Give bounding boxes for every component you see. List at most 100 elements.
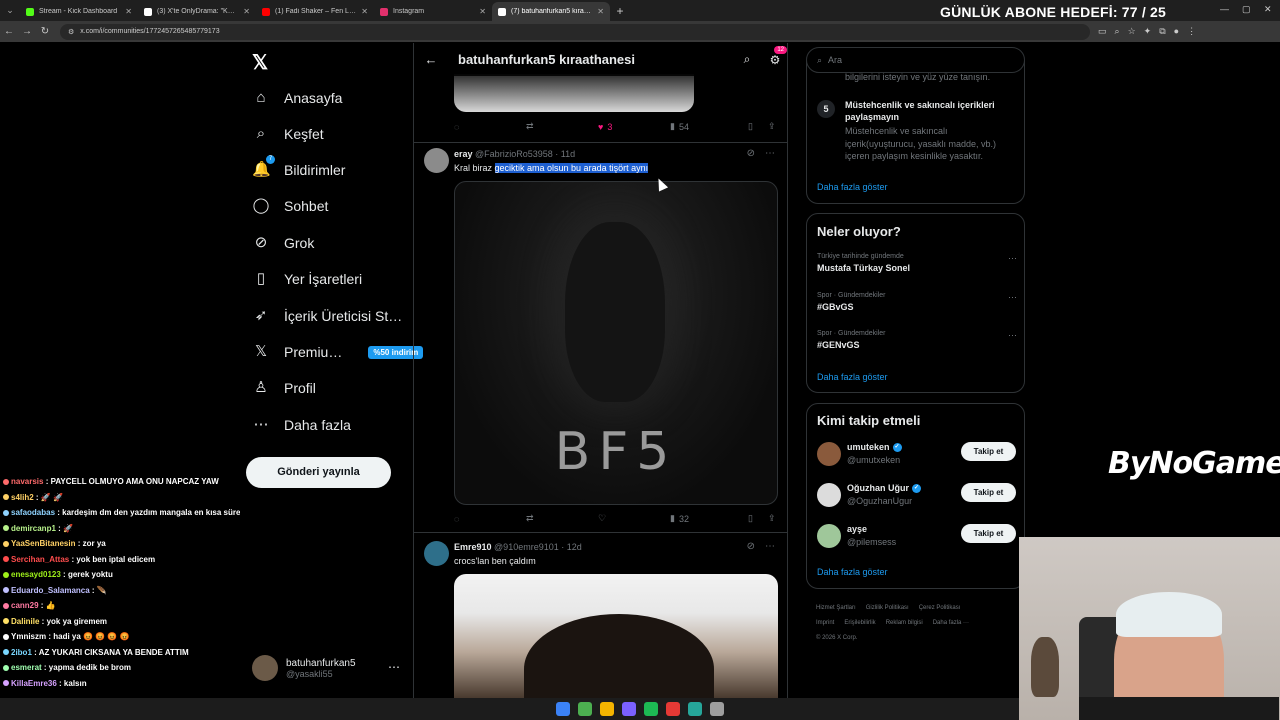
site-info-icon[interactable]: ⚙ — [68, 28, 74, 36]
post-meta: Emre910 @910emre9101 · 12d — [454, 542, 582, 552]
repost-icon[interactable]: ⇄ — [526, 121, 598, 132]
post-image[interactable] — [454, 574, 778, 698]
more-dots-icon[interactable]: ⋯ — [765, 148, 775, 159]
reply-icon[interactable]: ◌ — [454, 122, 526, 132]
avatar[interactable] — [424, 148, 449, 173]
settings-gear-icon[interactable]: ⚙ 12 — [761, 45, 787, 67]
community-rules-card: bilgilerini isteyin ve yüz yüze tanışın.… — [806, 60, 1025, 204]
windows-start-icon[interactable] — [556, 702, 570, 716]
nav-item[interactable]: ➶ İçerik Üreticisi St… — [252, 307, 403, 325]
close-icon[interactable]: ✕ — [243, 7, 250, 16]
who-to-follow-card: Kimi takip etmeli umuteken ✓ @umutxeken T… — [806, 403, 1025, 589]
browser-tab[interactable]: (3) X'te OnlyDrama: "Konsol O…✕ — [138, 2, 256, 21]
menu-icon[interactable]: ⋮ — [1187, 26, 1196, 37]
browser-tab[interactable]: (1) Fadi Shaker – Fen Layalik | …✕ — [256, 2, 374, 21]
chrome-icon[interactable] — [578, 702, 592, 716]
nav-item[interactable]: 𝕏 Premiu… %50 indirim — [252, 343, 424, 361]
maximize-icon[interactable]: ▢ — [1242, 4, 1251, 15]
account-switcher[interactable]: batuhanfurkan5 @yasakli55 ⋯ — [252, 655, 400, 681]
trend-item[interactable]: Türkiye tarihinde gündemde Mustafa Türkay… — [817, 253, 1017, 273]
trend-item[interactable]: Spor · Gündemdekiler #GENvGS ⋯ — [817, 330, 1017, 350]
follow-suggestion[interactable]: umuteken ✓ @umutxeken Takip et — [817, 440, 1017, 470]
forward-arrow-icon[interactable]: → — [18, 26, 36, 37]
follow-suggestion[interactable]: ayşe @pilemsess Takip et — [817, 522, 1017, 552]
show-more-link[interactable]: Daha fazla göster — [817, 567, 888, 577]
chat-username: enesayd0123 — [11, 570, 61, 579]
extension-icon[interactable]: ✦ — [1144, 26, 1152, 37]
follow-button[interactable]: Takip et — [961, 483, 1016, 502]
post-button[interactable]: Gönderi yayınla — [246, 457, 391, 488]
views-button[interactable]: ▮ 32 — [670, 513, 748, 524]
like-button[interactable]: ♥ 3 — [598, 122, 670, 132]
youtube-icon — [262, 7, 270, 16]
nav-item-label: Grok — [284, 235, 315, 251]
nav-item[interactable]: ⌂ Anasayfa — [252, 89, 342, 107]
chat-text: : zor ya — [75, 539, 106, 548]
more-dots-icon[interactable]: ⋯ — [765, 541, 775, 552]
more-dots-icon[interactable]: ⋯ — [1008, 330, 1017, 341]
star-icon[interactable]: ☆ — [1128, 26, 1136, 37]
show-more-link[interactable]: Daha fazla göster — [817, 182, 888, 192]
bookmark-icon[interactable]: ▯ — [748, 513, 768, 524]
window-close-icon[interactable]: ✕ — [1264, 4, 1272, 15]
close-icon[interactable]: ✕ — [479, 7, 486, 16]
browser-tab-active[interactable]: (7) batuhanfurkan5 kıraathanesi✕ — [492, 2, 610, 21]
previous-post-image[interactable] — [454, 74, 694, 112]
follow-suggestion[interactable]: Oğuzhan Uğur ✓ @OguzhanUgur Takip et — [817, 481, 1017, 511]
x-logo[interactable]: 𝕏 — [252, 50, 268, 75]
back-arrow-icon[interactable]: ← — [414, 52, 448, 67]
nav-item[interactable]: ◯ Sohbet — [252, 197, 329, 215]
share-icon[interactable]: ⇪ — [768, 121, 776, 132]
more-dots-icon[interactable]: ⋯ — [1008, 253, 1017, 264]
nav-item[interactable]: ⋯ Daha fazla — [252, 416, 351, 434]
share-icon[interactable]: ⇪ — [768, 513, 776, 524]
grok-icon[interactable]: ⊘ — [747, 148, 755, 159]
search-icon[interactable]: ⌕ — [733, 52, 761, 67]
browser-tab[interactable]: Instagram ✕ — [374, 2, 492, 21]
follow-button[interactable]: Takip et — [961, 524, 1016, 543]
nav-item[interactable]: ⌕ Keşfet — [252, 125, 324, 143]
show-more-link[interactable]: Daha fazla göster — [817, 372, 888, 382]
more-dots-icon[interactable]: ⋯ — [388, 660, 400, 674]
reload-icon[interactable]: ↻ — [36, 26, 54, 37]
grok-icon: ⊘ — [254, 234, 268, 251]
close-icon[interactable]: ✕ — [361, 7, 368, 16]
grok-icon[interactable]: ⊘ — [747, 541, 755, 552]
nav-item[interactable]: ♙ Profil — [252, 379, 316, 397]
chat-text: : PAYCELL OLMUYO AMA ONU NAPCAZ YAW — [43, 477, 219, 486]
discord-icon[interactable] — [622, 702, 636, 716]
avatar — [252, 655, 278, 681]
new-tab-plus-icon[interactable]: + — [610, 4, 630, 18]
avatar-icon[interactable]: ● — [1174, 26, 1179, 37]
browser-tab[interactable]: Stream - Kick Dashboard ✕ — [20, 2, 138, 21]
user-badge-icon — [3, 649, 9, 656]
repost-icon[interactable]: ⇄ — [526, 513, 598, 524]
cast-icon[interactable]: ▭ — [1098, 26, 1107, 37]
close-icon[interactable]: ✕ — [125, 7, 132, 16]
follow-button[interactable]: Takip et — [961, 442, 1016, 461]
trend-item[interactable]: Spor · Gündemdekiler #GBvGS ⋯ — [817, 292, 1017, 312]
chat-message: Dalinile : yok ya giremem — [0, 614, 240, 630]
tab-list-chevron-icon[interactable]: ⌄ — [0, 0, 20, 21]
app-icon[interactable] — [666, 702, 680, 716]
nav-item[interactable]: ▯ Yer İşaretleri — [252, 270, 362, 288]
nav-item[interactable]: 🔔 7 Bildirimler — [252, 155, 345, 179]
more-dots-icon[interactable]: ⋯ — [1008, 292, 1017, 303]
reply-icon[interactable]: ◌ — [454, 514, 526, 524]
spotify-icon[interactable] — [644, 702, 658, 716]
bookmark-icon[interactable]: ▯ — [748, 121, 768, 132]
nav-item[interactable]: ⊘ Grok — [252, 234, 315, 252]
heart-icon[interactable]: ♡ — [598, 513, 670, 524]
back-arrow-icon[interactable]: ← — [0, 26, 18, 37]
zoom-icon[interactable]: ⌕ — [1115, 26, 1120, 37]
views-button[interactable]: ▮ 54 — [670, 121, 748, 132]
post-image[interactable]: BF5 — [454, 181, 778, 505]
close-icon[interactable]: ✕ — [597, 7, 604, 16]
puzzle-icon[interactable]: ⧉ — [1159, 26, 1165, 37]
app-icon[interactable] — [688, 702, 702, 716]
avatar[interactable] — [424, 541, 449, 566]
minimize-icon[interactable]: — — [1220, 4, 1229, 14]
url-field[interactable]: ⚙ x.com/i/communities/1772457265485779173 — [60, 23, 1090, 40]
folder-icon[interactable] — [600, 702, 614, 716]
app-icon[interactable] — [710, 702, 724, 716]
